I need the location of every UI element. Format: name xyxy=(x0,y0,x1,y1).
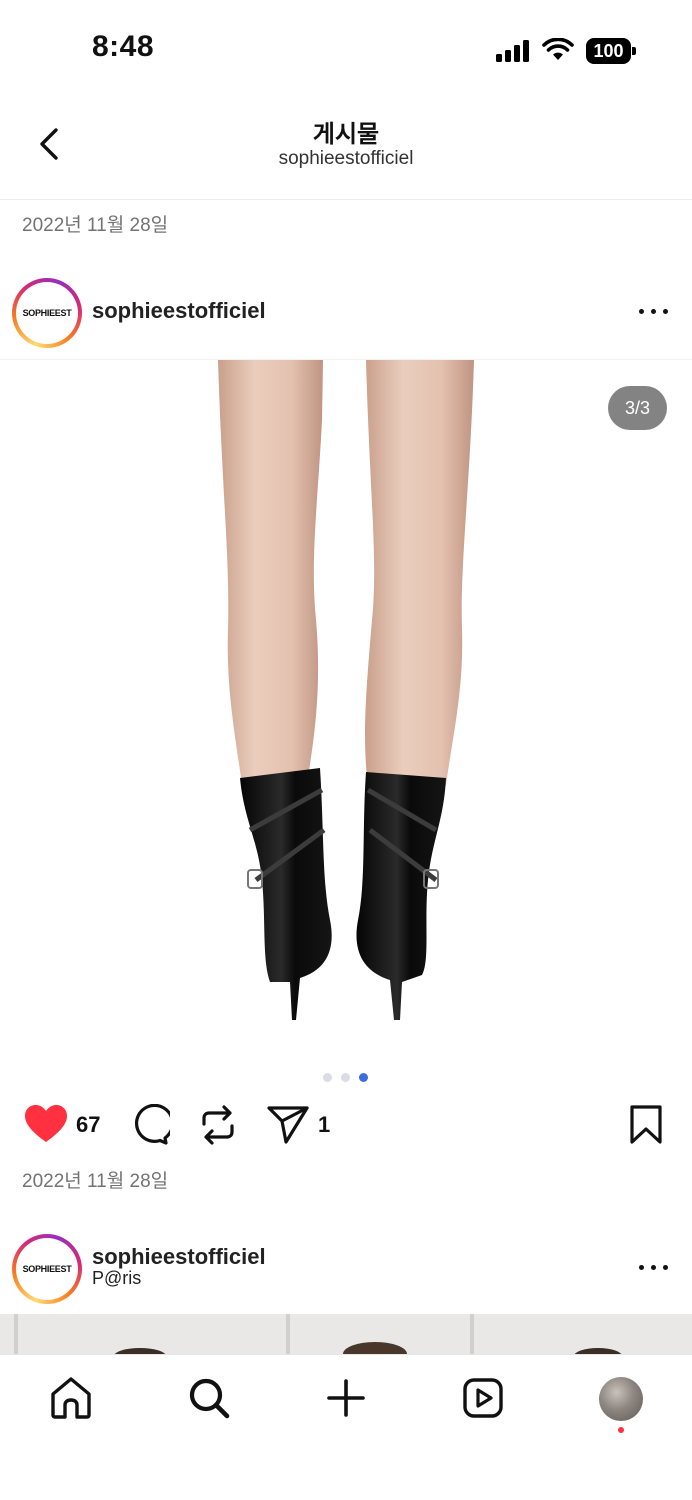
share-button[interactable] xyxy=(266,1104,310,1151)
page-subtitle: sophieestofficiel xyxy=(278,148,414,169)
post-date: 2022년 11월 28일 xyxy=(22,215,169,236)
post-nav-header: 게시물 sophieestofficiel xyxy=(0,100,692,200)
notification-dot xyxy=(618,1427,624,1433)
carousel-dot xyxy=(341,1073,350,1082)
repost-button[interactable] xyxy=(198,1104,238,1151)
battery-indicator: 100 xyxy=(586,38,636,64)
avatar[interactable]: SOPHIEEST xyxy=(12,278,82,348)
heart-filled-icon xyxy=(25,1105,67,1142)
battery-level: 100 xyxy=(593,41,624,61)
media-counter-badge: 3/3 xyxy=(608,386,667,430)
page-title: 게시물 xyxy=(312,121,380,148)
reels-icon xyxy=(463,1378,503,1418)
carousel-indicator xyxy=(323,1073,373,1083)
avatar-logo-text: SOPHIEEST xyxy=(22,1264,72,1274)
post-media[interactable]: 3/3 xyxy=(0,359,692,1061)
search-icon xyxy=(189,1378,230,1419)
tab-home[interactable] xyxy=(48,1375,94,1421)
tab-create[interactable] xyxy=(323,1375,369,1421)
post-username[interactable]: sophieestofficiel xyxy=(92,1244,266,1270)
more-options-button[interactable] xyxy=(634,1258,674,1278)
post-date: 2022년 11월 28일 xyxy=(22,1171,169,1192)
send-icon xyxy=(267,1106,309,1144)
post-location[interactable]: P@ris xyxy=(92,1268,141,1289)
share-count[interactable]: 1 xyxy=(318,1112,330,1138)
carousel-dot-active xyxy=(359,1073,368,1082)
bookmark-icon xyxy=(630,1105,662,1144)
wifi-icon xyxy=(542,38,574,60)
save-button[interactable] xyxy=(628,1104,664,1151)
tab-reels[interactable] xyxy=(460,1375,506,1421)
post-media[interactable] xyxy=(0,1314,692,1354)
comment-button[interactable] xyxy=(128,1103,175,1151)
more-options-button[interactable] xyxy=(634,302,674,322)
post-photo xyxy=(218,360,474,1020)
like-count[interactable]: 67 xyxy=(76,1112,100,1138)
post-username[interactable]: sophieestofficiel xyxy=(92,298,266,324)
post-header: SOPHIEEST sophieestofficiel xyxy=(0,272,692,352)
plus-icon xyxy=(327,1379,365,1417)
tab-search[interactable] xyxy=(186,1375,232,1421)
repost-icon xyxy=(202,1105,234,1145)
home-icon xyxy=(51,1377,91,1419)
tab-profile-avatar[interactable] xyxy=(599,1377,643,1421)
cellular-signal-icon xyxy=(496,40,529,62)
like-button[interactable] xyxy=(24,1104,68,1149)
comment-bubble-icon xyxy=(134,1103,175,1145)
bottom-tab-bar xyxy=(0,1354,692,1500)
status-bar: 8:48 100 xyxy=(0,0,692,100)
avatar-logo-text: SOPHIEEST xyxy=(22,308,72,318)
post-photo xyxy=(0,1314,692,1354)
carousel-dot xyxy=(323,1073,332,1082)
avatar[interactable]: SOPHIEEST xyxy=(12,1234,82,1304)
post-action-bar: 67 1 xyxy=(0,1100,692,1152)
post-header: SOPHIEEST sophieestofficiel P@ris xyxy=(0,1228,692,1308)
status-time: 8:48 xyxy=(92,30,155,63)
